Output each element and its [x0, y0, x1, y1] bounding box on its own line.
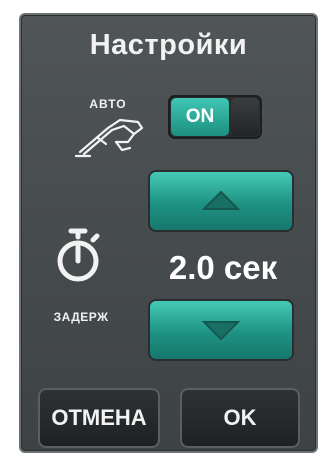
arrow-up-icon — [201, 190, 241, 210]
cancel-button[interactable]: ОТМЕНА — [38, 388, 160, 448]
decrease-delay-button[interactable] — [148, 299, 294, 361]
settings-dialog: Настройки АВТО ON 2.0 сек ЗАДЕРЖ ОТМЕНА … — [19, 13, 318, 453]
ok-button[interactable]: OK — [180, 388, 300, 448]
auto-label: АВТО — [89, 97, 127, 111]
arrow-down-icon — [201, 321, 241, 341]
auto-toggle[interactable]: ON — [168, 95, 262, 139]
increase-delay-button[interactable] — [148, 170, 294, 232]
toggle-knob — [231, 98, 259, 136]
delay-label: ЗАДЕРЖ — [53, 310, 109, 324]
auto-writing-hand-icon — [74, 118, 144, 158]
toggle-on-indicator: ON — [171, 98, 229, 136]
stopwatch-icon — [57, 228, 100, 282]
delay-value: 2.0 сек — [168, 249, 278, 286]
dialog-title: Настройки — [89, 29, 248, 61]
